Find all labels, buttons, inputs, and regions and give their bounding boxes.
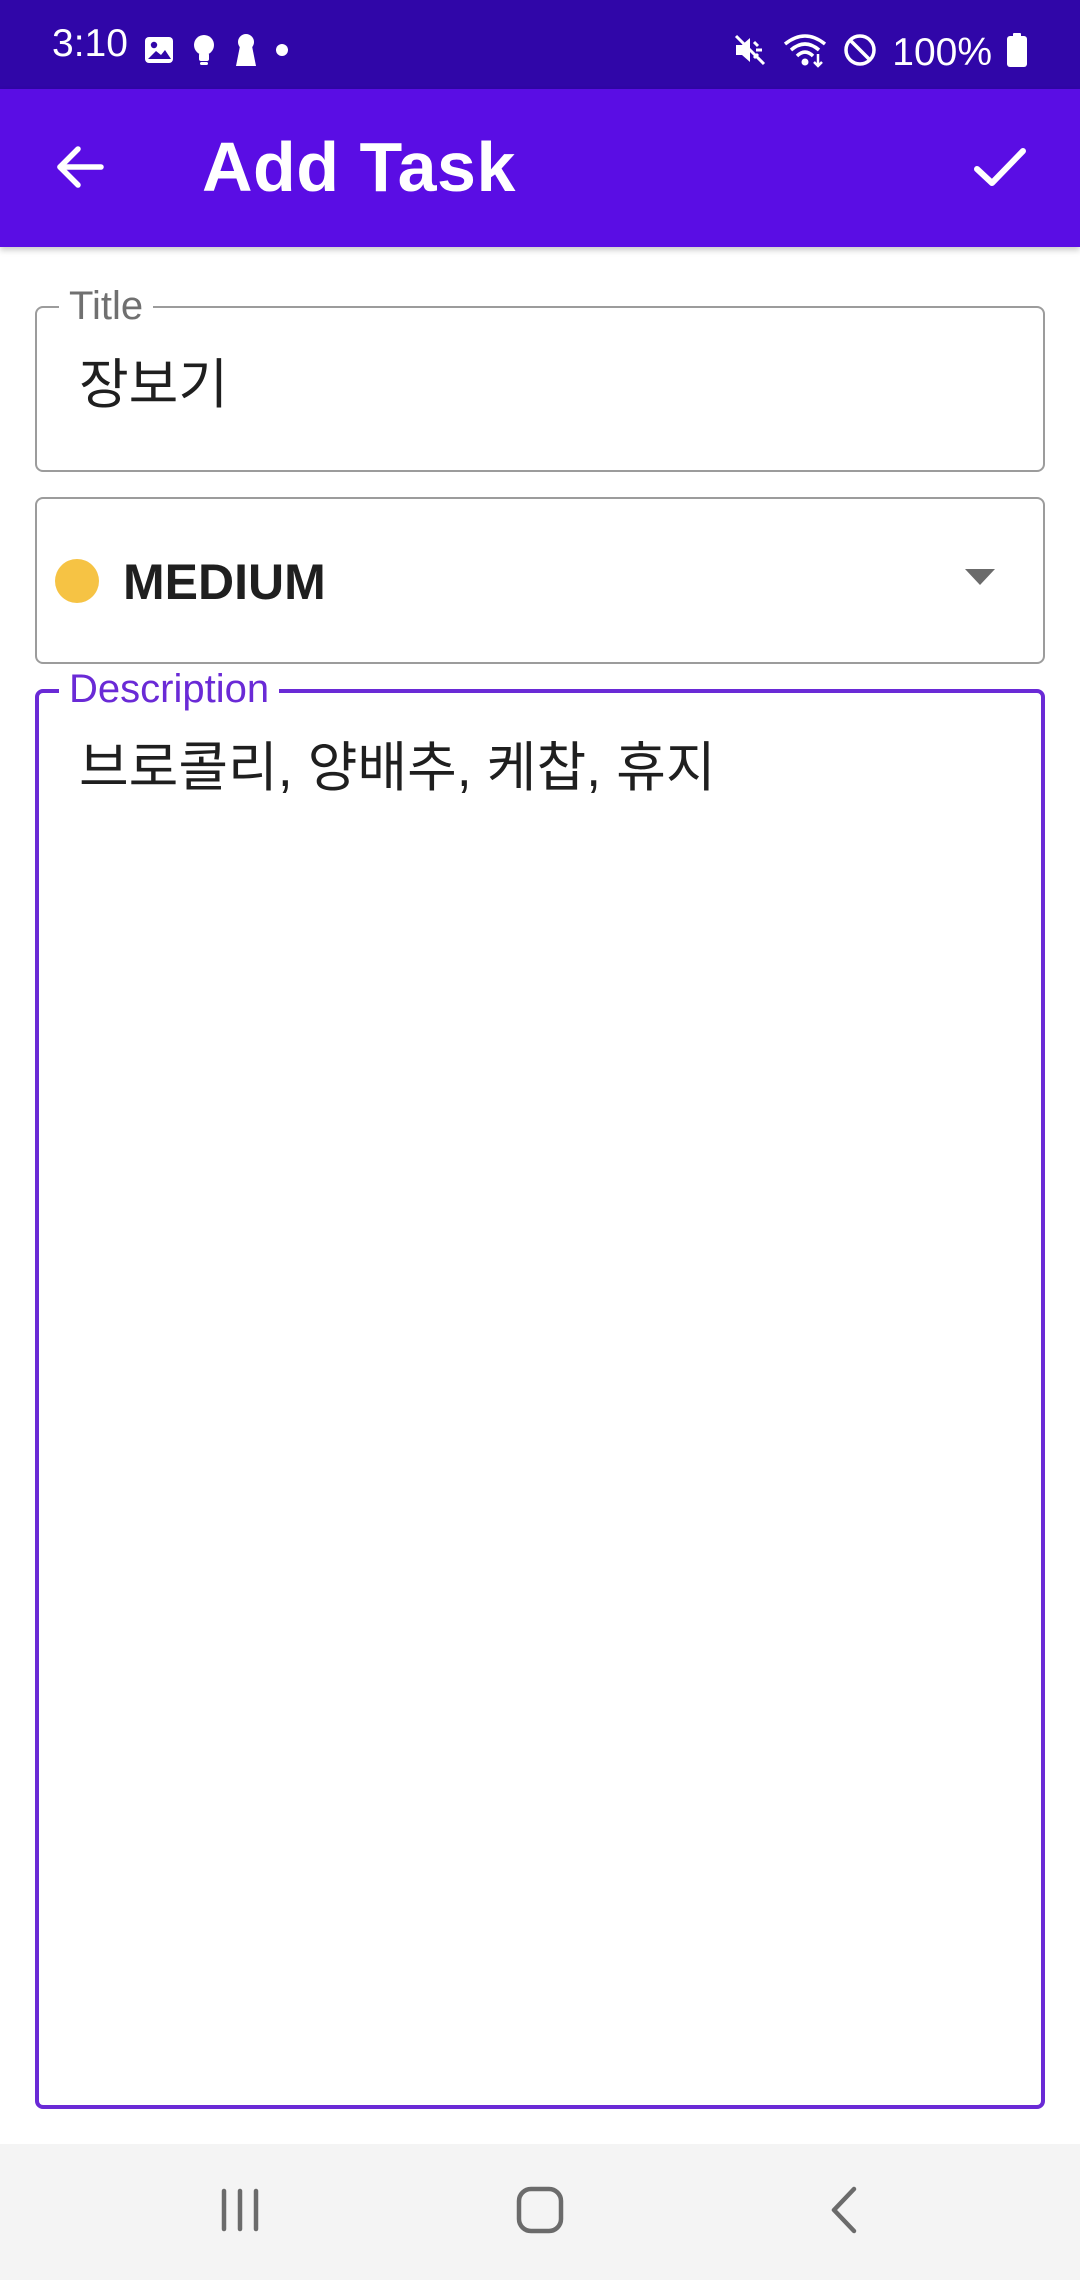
- battery-percentage: 100%: [892, 30, 992, 74]
- recent-apps-icon: [215, 2185, 265, 2240]
- description-input[interactable]: 브로콜리, 양배추, 케찹, 휴지: [79, 738, 716, 798]
- battery-icon: [1006, 32, 1028, 73]
- page-title: Add Task: [202, 128, 516, 206]
- description-label: Description: [59, 669, 280, 709]
- dropdown-arrow-icon: [965, 569, 995, 585]
- priority-dropdown[interactable]: MEDIUM: [35, 497, 1045, 664]
- back-icon: [820, 2185, 870, 2240]
- wifi-icon: [782, 32, 828, 73]
- gallery-icon: [144, 35, 174, 70]
- arrow-left-icon: [54, 141, 106, 198]
- system-nav-bar: [0, 2144, 1080, 2280]
- status-notification-icons: [144, 33, 289, 72]
- check-icon: [972, 139, 1028, 200]
- mute-icon: [732, 32, 768, 73]
- title-field[interactable]: Title 장보기: [35, 286, 1045, 472]
- status-system-icons: 100%: [732, 28, 1028, 76]
- description-field[interactable]: Description 브로콜리, 양배추, 케찹, 휴지: [35, 669, 1045, 2109]
- keyhole-icon: [234, 33, 258, 72]
- back-button[interactable]: [40, 129, 120, 209]
- app-bar: Add Task: [0, 89, 1080, 247]
- home-button[interactable]: [480, 2172, 600, 2252]
- dot-icon: [275, 43, 289, 62]
- priority-color-dot: [55, 559, 99, 603]
- do-not-disturb-icon: [842, 32, 878, 73]
- status-time: 3:10: [52, 22, 128, 65]
- recent-apps-button[interactable]: [180, 2172, 300, 2252]
- nav-back-button[interactable]: [785, 2172, 905, 2252]
- priority-value: MEDIUM: [123, 554, 326, 610]
- save-button[interactable]: [960, 129, 1040, 209]
- title-input[interactable]: 장보기: [79, 355, 228, 415]
- bulb-icon: [191, 34, 217, 71]
- status-bar: 3:10 100%: [0, 0, 1080, 89]
- title-label: Title: [59, 286, 154, 326]
- home-icon: [515, 2185, 565, 2240]
